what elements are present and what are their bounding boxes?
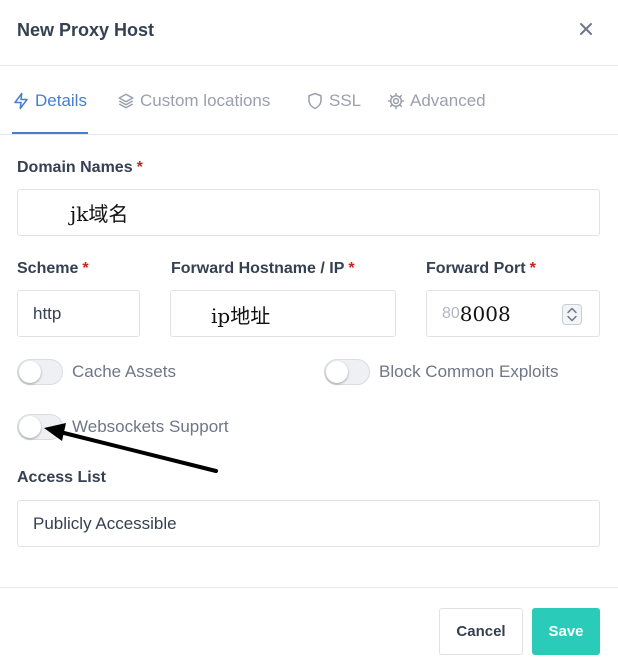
required-mark: * [82,260,89,277]
tab-details[interactable]: Details [12,90,87,112]
save-button[interactable]: Save [532,608,600,655]
scheme-value: http [33,303,62,323]
tab-ssl-label: SSL [329,91,362,110]
forward-port-placeholder: 80 [442,304,460,322]
domain-names-value: jk域名 [70,202,129,226]
dialog-title: New Proxy Host [17,20,155,40]
domain-names-input[interactable]: jk域名 [17,189,600,236]
websockets-toggle[interactable] [17,414,63,440]
shield-icon [308,92,322,110]
forward-hostname-value: ip地址 [211,304,271,328]
required-mark: * [348,260,355,277]
required-mark: * [529,260,536,277]
tab-details-label: Details [35,91,87,110]
forward-port-value: 8008 [459,301,511,326]
tab-ssl[interactable]: SSL [306,90,361,112]
layers-icon [118,93,134,109]
port-stepper[interactable] [562,304,582,325]
access-list-value: Publicly Accessible [33,513,177,533]
access-list-label: Access List [17,469,106,486]
domain-names-label: Domain Names * [17,159,143,176]
forward-port-input[interactable]: 80 8008 [426,290,600,337]
tab-custom-locations[interactable]: Custom locations [117,90,270,112]
gear-icon [387,92,405,110]
required-mark: * [136,159,143,176]
footer-divider [0,587,618,588]
tab-advanced[interactable]: Advanced [387,90,486,112]
forward-hostname-label: Forward Hostname / IP * [171,260,355,277]
forward-port-label: Forward Port * [426,260,536,277]
websockets-label: Websockets Support [72,417,229,436]
forward-hostname-input[interactable]: ip地址 [170,290,396,337]
tab-advanced-label: Advanced [410,91,486,110]
scheme-input[interactable]: http [17,290,140,337]
block-exploits-toggle[interactable] [324,359,370,385]
tab-bar: Details Custom locations SSL Advanced [0,66,618,135]
toggle-knob [19,361,41,383]
close-icon[interactable] [574,17,598,41]
scheme-label: Scheme * [17,260,89,277]
toggle-knob [19,416,41,438]
active-tab-indicator [12,132,88,134]
dialog-header: New Proxy Host [0,0,618,66]
cache-assets-label: Cache Assets [72,362,176,381]
tab-custom-locations-label: Custom locations [140,91,271,110]
cache-assets-toggle[interactable] [17,359,63,385]
toggle-knob [326,361,348,383]
access-list-select[interactable]: Publicly Accessible [17,500,600,547]
bolt-icon [14,92,28,110]
cancel-button[interactable]: Cancel [439,608,523,655]
block-exploits-label: Block Common Exploits [379,362,559,381]
